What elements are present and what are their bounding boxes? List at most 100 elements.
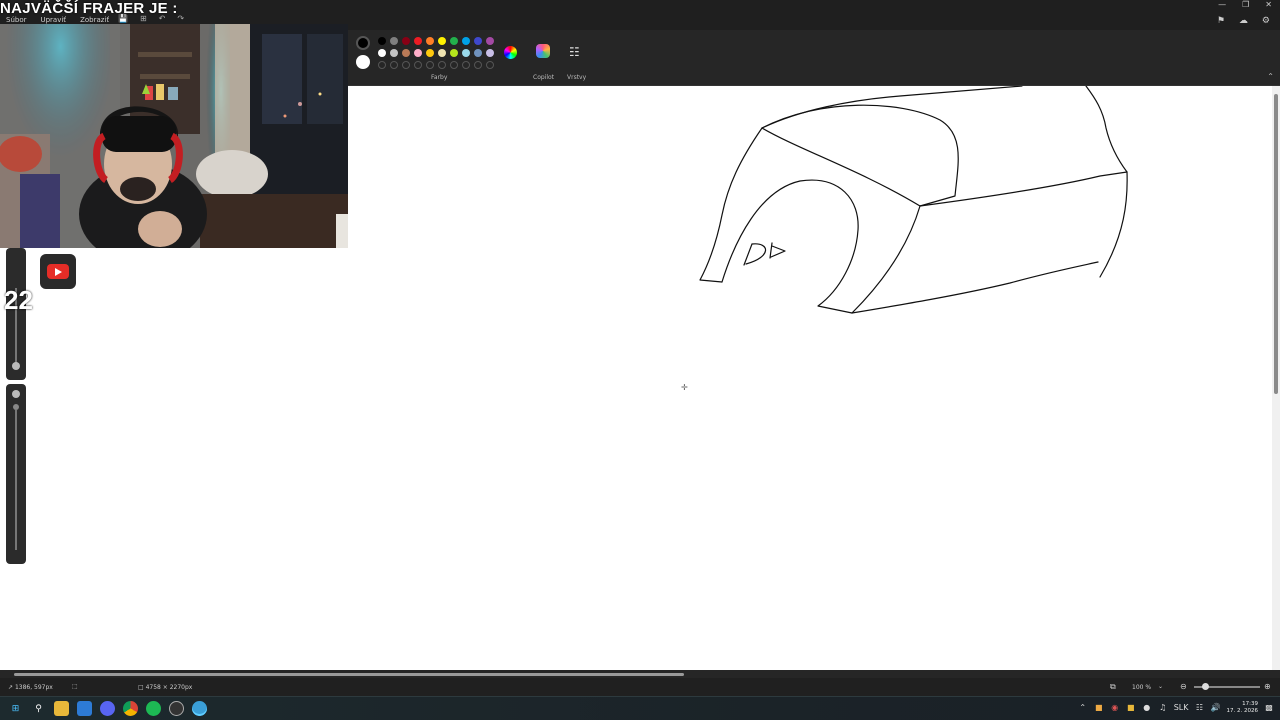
canvas-size: □ 4758 × 2270px bbox=[138, 684, 193, 691]
tray-folder-icon[interactable]: ■ bbox=[1126, 703, 1136, 713]
share-cloud-icon[interactable]: ☁ bbox=[1239, 16, 1248, 26]
minimize-button[interactable]: — bbox=[1218, 0, 1226, 9]
custom-color-slot[interactable] bbox=[402, 61, 410, 69]
custom-color-slot[interactable] bbox=[486, 61, 494, 69]
maximize-button[interactable]: ❐ bbox=[1242, 0, 1249, 9]
fit-to-window-icon[interactable]: ⧉ bbox=[1110, 682, 1116, 692]
zoom-in-icon[interactable]: ⊕ bbox=[1264, 682, 1271, 691]
color-swatch[interactable] bbox=[390, 49, 398, 57]
paint-app-icon[interactable] bbox=[192, 701, 207, 716]
layers-icon[interactable]: ☷ bbox=[569, 45, 580, 59]
stroke-pillar bbox=[851, 205, 921, 314]
crosshair-cursor: ✛ bbox=[681, 383, 688, 392]
close-button[interactable]: ✕ bbox=[1265, 0, 1272, 9]
custom-color-slot[interactable] bbox=[474, 61, 482, 69]
menu-view[interactable]: Zobraziť bbox=[80, 16, 109, 24]
primary-color[interactable] bbox=[356, 36, 370, 50]
color-swatch[interactable] bbox=[474, 49, 482, 57]
settings-icon[interactable]: ⚙ bbox=[1262, 16, 1270, 26]
status-bar: ↗ 1386, 597px ⬚ □ 4758 × 2270px ⧉ 100 % … bbox=[0, 678, 1280, 696]
network-icon[interactable]: ☷ bbox=[1195, 703, 1205, 713]
collapse-ribbon-icon[interactable]: ⌃ bbox=[1267, 72, 1274, 81]
store-icon[interactable] bbox=[77, 701, 92, 716]
copilot-label: Copilot bbox=[533, 74, 555, 81]
color-swatch[interactable] bbox=[486, 49, 494, 57]
color-swatch[interactable] bbox=[402, 37, 410, 45]
youtube-icon bbox=[47, 264, 69, 279]
drawing-canvas[interactable] bbox=[348, 85, 1280, 670]
custom-color-slot[interactable] bbox=[426, 61, 434, 69]
zoom-out-icon[interactable]: ⊖ bbox=[1180, 682, 1187, 691]
redo-icon[interactable]: ↷ bbox=[177, 14, 184, 23]
canvas-left-area[interactable] bbox=[0, 248, 348, 670]
menu-edit[interactable]: Upraviť bbox=[40, 16, 66, 24]
color-swatch[interactable] bbox=[462, 49, 470, 57]
overlay-counter: 22 bbox=[4, 285, 33, 315]
tray-app2-icon[interactable]: ◉ bbox=[1110, 703, 1120, 713]
stroke-wheel-arch bbox=[721, 179, 859, 314]
language-indicator[interactable]: SLK bbox=[1174, 703, 1189, 713]
color-swatch[interactable] bbox=[402, 49, 410, 57]
color-swatch[interactable] bbox=[438, 37, 446, 45]
window-controls: — ❐ ✕ bbox=[1218, 0, 1272, 9]
zoom-level[interactable]: 100 % bbox=[1132, 684, 1151, 691]
copilot-icon[interactable] bbox=[536, 44, 550, 58]
clock[interactable]: 17:39 17. 2. 2026 bbox=[1227, 701, 1259, 715]
color-swatch[interactable] bbox=[378, 37, 386, 45]
top-right-tools: ⚑ ☁ ⚙ bbox=[1217, 16, 1270, 26]
color-swatch[interactable] bbox=[486, 37, 494, 45]
ribbon: Farby Copilot ☷ Vrstvy ⌃ bbox=[348, 30, 1280, 86]
tray-app-icon[interactable]: ■ bbox=[1094, 703, 1104, 713]
colors-group-label: Farby bbox=[431, 74, 448, 81]
tray-mic-icon[interactable]: ♫ bbox=[1158, 703, 1168, 713]
custom-color-slot[interactable] bbox=[450, 61, 458, 69]
horizontal-scroll-thumb[interactable] bbox=[14, 673, 684, 676]
chrome-icon[interactable] bbox=[123, 701, 138, 716]
color-swatch[interactable] bbox=[378, 49, 386, 57]
color-swatch[interactable] bbox=[474, 37, 482, 45]
custom-color-slot[interactable] bbox=[438, 61, 446, 69]
overlay-panel-bottom bbox=[6, 384, 26, 564]
spotify-icon[interactable] bbox=[146, 701, 161, 716]
vertical-scrollbar[interactable] bbox=[1272, 86, 1280, 670]
vertical-scroll-thumb[interactable] bbox=[1274, 94, 1278, 394]
color-swatch[interactable] bbox=[426, 37, 434, 45]
custom-color-slot[interactable] bbox=[390, 61, 398, 69]
color-swatch[interactable] bbox=[426, 49, 434, 57]
color-swatch[interactable] bbox=[462, 37, 470, 45]
webcam-image bbox=[0, 24, 348, 248]
color-swatch[interactable] bbox=[414, 37, 422, 45]
color-swatch[interactable] bbox=[450, 37, 458, 45]
obs-icon[interactable] bbox=[169, 701, 184, 716]
menu-file[interactable]: Súbor bbox=[6, 16, 26, 24]
color-swatch[interactable] bbox=[390, 37, 398, 45]
secondary-color[interactable] bbox=[356, 55, 370, 69]
horizontal-scrollbar[interactable] bbox=[0, 670, 1280, 678]
taskbar: ⊞ ⚲ ⌃ ■ ◉ ■ ● ♫ SLK ☷ 🔊 17:39 17. 2. 202… bbox=[0, 696, 1280, 720]
layers-label: Vrstvy bbox=[567, 74, 587, 81]
tray-app3-icon[interactable]: ● bbox=[1142, 703, 1152, 713]
color-swatch[interactable] bbox=[414, 49, 422, 57]
zoom-slider-thumb[interactable] bbox=[1202, 683, 1209, 690]
volume-icon[interactable]: 🔊 bbox=[1211, 703, 1221, 713]
stroke-rear-right bbox=[1099, 171, 1128, 278]
clock-date: 17. 2. 2026 bbox=[1226, 708, 1259, 714]
search-icon[interactable]: ⚲ bbox=[31, 701, 46, 716]
color-swatch[interactable] bbox=[438, 49, 446, 57]
zoom-slider[interactable] bbox=[1194, 683, 1260, 690]
feedback-icon[interactable]: ⚑ bbox=[1217, 16, 1225, 26]
stroke-front-edge bbox=[699, 127, 763, 283]
custom-color-slot[interactable] bbox=[378, 61, 386, 69]
stroke-diagonal bbox=[761, 127, 921, 207]
tray-expand-icon[interactable]: ⌃ bbox=[1078, 703, 1088, 713]
file-explorer-icon[interactable] bbox=[54, 701, 69, 716]
color-wheel-icon[interactable] bbox=[504, 46, 517, 59]
notifications-icon[interactable]: ▩ bbox=[1264, 703, 1274, 713]
windows-start-icon[interactable]: ⊞ bbox=[8, 701, 23, 716]
custom-color-slot[interactable] bbox=[414, 61, 422, 69]
custom-color-slot[interactable] bbox=[462, 61, 470, 69]
color-swatch[interactable] bbox=[450, 49, 458, 57]
stroke-hood-curve bbox=[761, 104, 959, 207]
discord-icon[interactable] bbox=[100, 701, 115, 716]
zoom-dropdown-icon[interactable]: ⌄ bbox=[1158, 683, 1163, 690]
